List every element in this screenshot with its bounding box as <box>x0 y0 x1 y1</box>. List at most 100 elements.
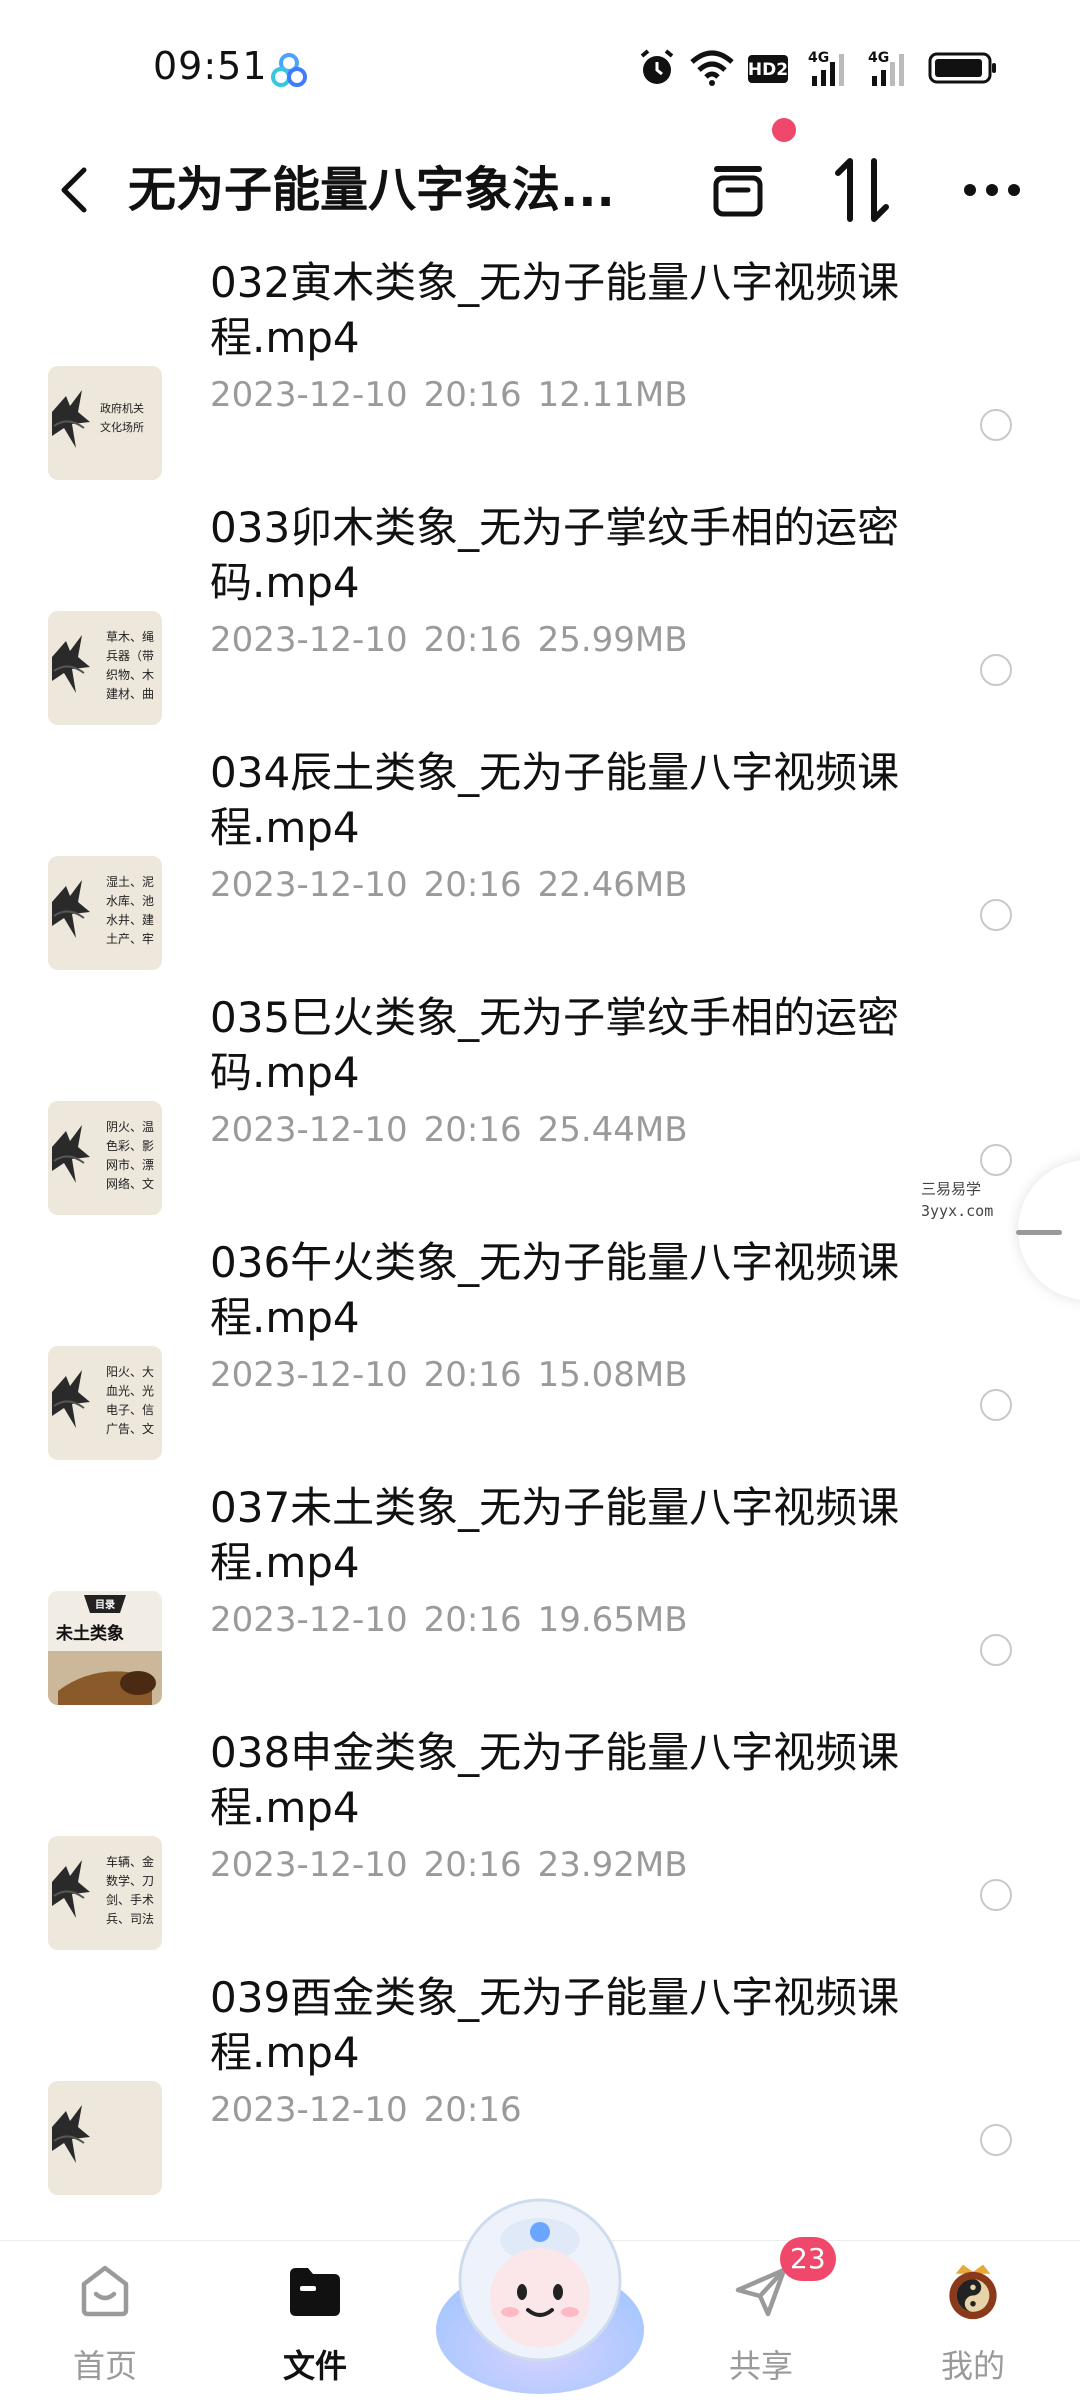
app-screen: 09:51 HD2 4G 4G 无为子能量八字象法... 政府机关 文化场所 0… <box>0 0 1080 2400</box>
file-meta: 2023-12-10 20:16 22.46MB <box>210 865 688 905</box>
file-date: 2023-12-10 <box>210 375 408 415</box>
thumb-text-line: 未土类象 <box>55 1623 124 1644</box>
file-name: 037未土类象_无为子能量八字视频课 程.mp4 <box>210 1483 900 1587</box>
assistant-mascot-button[interactable] <box>430 2180 650 2400</box>
file-row[interactable]: 039酉金类象_无为子能量八字视频课 程.mp4 2023-12-10 20:16 <box>0 1965 1080 2210</box>
file-size: 25.44MB <box>537 1110 688 1150</box>
thumb-text-line: 广告、文 <box>106 1421 154 1436</box>
nav-share-label: 共享 <box>728 2347 793 2385</box>
file-row[interactable]: 阴火、温 色彩、影 网市、漂 网络、文 035巳火类象_无为子掌纹手相的运密 码.mp4… <box>0 985 1080 1230</box>
file-date: 2023-12-10 <box>210 2090 408 2130</box>
share-count-badge: 23 <box>780 2237 836 2281</box>
sort-icon <box>835 158 889 222</box>
sort-button[interactable] <box>820 148 904 232</box>
file-name: 039酉金类象_无为子能量八字视频课 程.mp4 <box>210 1973 900 2077</box>
home-icon <box>75 2261 135 2321</box>
file-meta: 2023-12-10 20:16 25.99MB <box>210 620 688 660</box>
file-meta: 2023-12-10 20:16 19.65MB <box>210 1600 688 1640</box>
thumb-text-line: 数学、刀 <box>106 1873 154 1888</box>
select-checkbox[interactable] <box>980 654 1012 686</box>
file-size: 19.65MB <box>537 1600 688 1640</box>
file-time: 20:16 <box>423 375 522 415</box>
file-time: 20:16 <box>423 1355 522 1395</box>
select-checkbox[interactable] <box>980 1389 1012 1421</box>
file-name: 034辰土类象_无为子能量八字视频课 程.mp4 <box>210 748 900 852</box>
more-icon <box>964 184 1020 196</box>
thumb-text-line: 剑、手术 <box>106 1892 154 1907</box>
nav-home-label: 首页 <box>72 2347 137 2385</box>
video-thumbnail <box>48 2081 162 2195</box>
file-meta: 2023-12-10 20:16 23.92MB <box>210 1845 688 1885</box>
file-name: 032寅木类象_无为子能量八字视频课 程.mp4 <box>210 258 900 362</box>
side-handle-bar <box>1016 1230 1062 1235</box>
thumb-text-line: 车辆、金 <box>106 1854 154 1869</box>
thumb-text-line: 建材、曲 <box>106 687 154 701</box>
profile-avatar-icon <box>943 2261 1003 2321</box>
file-row[interactable]: 草木、绳 兵器（带 织物、木 建材、曲 033卯木类象_无为子掌纹手相的运密 码.mp4… <box>0 495 1080 740</box>
nav-files-label: 文件 <box>282 2347 347 2385</box>
watermark: 三易易学 3yyx.com <box>921 1178 993 1222</box>
select-checkbox[interactable] <box>980 2124 1012 2156</box>
nav-files[interactable]: 文件 <box>240 2241 390 2400</box>
thumb-text-line: 网市、漂 <box>106 1157 154 1172</box>
status-time: 09:51 <box>153 44 268 88</box>
mascot-icon <box>436 2198 644 2394</box>
nav-me[interactable]: 我的 <box>898 2241 1048 2400</box>
thumb-text-line: 草木、绳 <box>106 630 154 644</box>
file-name: 036午火类象_无为子能量八字视频课 程.mp4 <box>210 1238 900 1342</box>
nav-home[interactable]: 首页 <box>30 2241 180 2400</box>
thumb-text-line: 电子、信 <box>106 1403 154 1417</box>
thumb-text-line: 政府机关 <box>100 401 144 415</box>
file-date: 2023-12-10 <box>210 620 408 660</box>
file-date: 2023-12-10 <box>210 865 408 905</box>
file-row[interactable]: 政府机关 文化场所 032寅木类象_无为子能量八字视频课 程.mp4 2023-12-… <box>0 250 1080 495</box>
file-time: 20:16 <box>423 2090 522 2130</box>
select-checkbox[interactable] <box>980 899 1012 931</box>
thumb-text-line: 兵、司法 <box>106 1912 154 1926</box>
thumb-text-line: 网络、文 <box>106 1176 154 1191</box>
file-meta: 2023-12-10 20:16 15.08MB <box>210 1355 688 1395</box>
hd-icon: HD2 <box>748 46 794 90</box>
back-chevron-icon <box>61 167 87 213</box>
status-icons: HD2 4G 4G <box>638 46 998 90</box>
file-row[interactable]: 湿土、泥 水库、池 水井、建 土产、牢 034辰土类象_无为子能量八字视频课 程.mp4… <box>0 740 1080 985</box>
select-checkbox[interactable] <box>980 1879 1012 1911</box>
battery-icon <box>928 46 998 90</box>
more-button[interactable] <box>950 148 1034 232</box>
file-date: 2023-12-10 <box>210 1110 408 1150</box>
file-size: 12.11MB <box>537 375 688 415</box>
file-row[interactable]: 阳火、大 血光、光 电子、信 广告、文 036午火类象_无为子能量八字视频课 程.mp4… <box>0 1230 1080 1475</box>
file-row[interactable]: 目录 未土类象 037未土类象_无为子能量八字视频课 程.mp4 2023-12-10… <box>0 1475 1080 1720</box>
back-button[interactable] <box>44 154 104 226</box>
file-time: 20:16 <box>423 865 522 905</box>
select-checkbox[interactable] <box>980 1634 1012 1666</box>
file-list[interactable]: 青龙为朱雀青龙戊为勾陈己为腾蛇庚壬癸为玄武031干中部八阵_无为子掌纹手相的运 … <box>0 250 1080 2240</box>
signal-4g-icon: 4G <box>808 46 854 90</box>
thumb-text-line: 土产、牢 <box>106 931 154 946</box>
file-row[interactable]: 车辆、金数学、刀剑、手术兵、司法 038申金类象_无为子能量八字视频课 程.mp4… <box>0 1720 1080 1965</box>
video-thumbnail: 草木、绳 兵器（带 织物、木 建材、曲 <box>48 611 162 725</box>
hd-label: HD2 <box>748 60 788 80</box>
status-bar: 09:51 HD2 4G 4G <box>0 0 1080 130</box>
thumb-text-line: 目录 <box>95 1599 115 1611</box>
file-name: 033卯木类象_无为子掌纹手相的运密 码.mp4 <box>210 503 900 607</box>
file-time: 20:16 <box>423 1110 522 1150</box>
file-name: 035巳火类象_无为子掌纹手相的运密 码.mp4 <box>210 993 900 1097</box>
file-time: 20:16 <box>423 1600 522 1640</box>
file-list-inner: 青龙为朱雀青龙戊为勾陈己为腾蛇庚壬癸为玄武031干中部八阵_无为子掌纹手相的运 … <box>0 250 1080 2210</box>
thumb-text-line: 水库、池 <box>106 893 154 908</box>
archive-button[interactable] <box>696 148 780 232</box>
video-thumbnail: 政府机关 文化场所 <box>48 366 162 480</box>
file-name: 038申金类象_无为子能量八字视频课 程.mp4 <box>210 1728 900 1832</box>
cloud-app-icon <box>268 50 310 92</box>
file-size: 25.99MB <box>537 620 688 660</box>
select-checkbox[interactable] <box>980 409 1012 441</box>
select-checkbox[interactable] <box>980 1144 1012 1176</box>
video-thumbnail: 阳火、大 血光、光 电子、信 广告、文 <box>48 1346 162 1460</box>
thumb-text-line: 阳火、大 <box>106 1365 154 1379</box>
thumb-text-line: 织物、木 <box>106 668 154 682</box>
thumb-text-line: 水井、建 <box>106 913 154 927</box>
file-time: 20:16 <box>423 1845 522 1885</box>
file-meta: 2023-12-10 20:16 25.44MB <box>210 1110 688 1150</box>
file-time: 20:16 <box>423 620 522 660</box>
